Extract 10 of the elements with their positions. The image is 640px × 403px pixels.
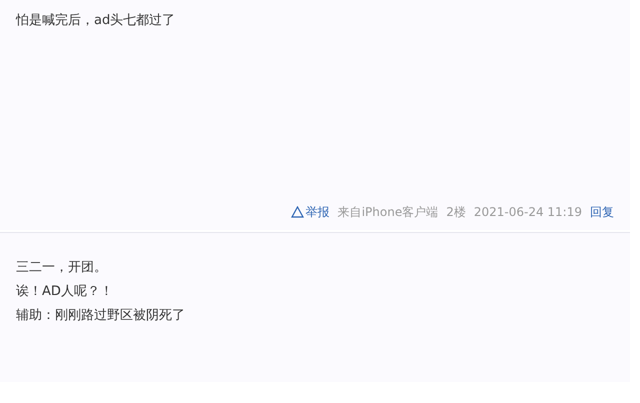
post-text-line: 诶！AD人呢？！ bbox=[16, 283, 114, 301]
post-text-line: 三二一，开团。 bbox=[16, 259, 108, 277]
floor-number: 2楼 bbox=[446, 204, 466, 220]
post-text-line: 辅助：刚刚路过野区被阴死了 bbox=[16, 307, 186, 325]
post-time: 2021-06-24 11:19 bbox=[474, 205, 582, 219]
post-text-line: 怕是喊完后，ad头七都过了 bbox=[16, 12, 176, 30]
reply-link[interactable]: 回复 bbox=[590, 204, 614, 220]
report-link[interactable]: 举报 bbox=[306, 204, 330, 220]
warning-icon bbox=[290, 206, 304, 218]
source-label: 来自iPhone客户端 bbox=[338, 204, 438, 220]
